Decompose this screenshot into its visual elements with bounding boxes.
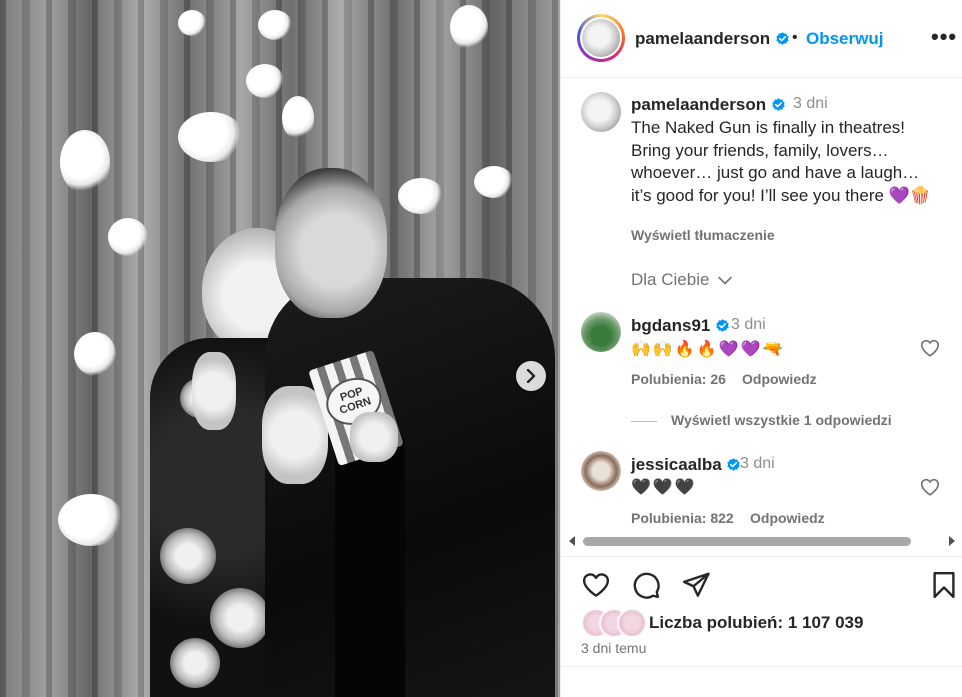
- comment-time[interactable]: 3 dni: [731, 316, 766, 334]
- post-photo[interactable]: POP CORN: [0, 0, 560, 697]
- popcorn-piece: [246, 64, 284, 98]
- chevron-right-icon: [526, 369, 536, 383]
- header-separator: •: [792, 29, 798, 46]
- view-replies-label: Wyświetl wszystkie 1 odpowiedzi: [671, 412, 892, 428]
- post-side-panel: pamelaanderson • Obserwuj ••• pamelaande…: [560, 0, 962, 697]
- comment-heart-icon[interactable]: [919, 337, 941, 359]
- liker-avatar: [617, 608, 647, 638]
- person-right-head: [275, 168, 387, 318]
- comment-reply-button[interactable]: Odpowiedz: [742, 371, 817, 387]
- dress-flower: [160, 528, 216, 584]
- post-date[interactable]: 3 dni temu: [581, 640, 646, 656]
- popcorn-piece: [258, 10, 292, 40]
- comment-text: 🖤🖤🖤: [631, 479, 697, 496]
- post-header: pamelaanderson • Obserwuj •••: [561, 0, 962, 78]
- hand: [192, 352, 236, 430]
- comment-username-text[interactable]: jessicaalba: [631, 455, 722, 474]
- popcorn-piece: [282, 96, 314, 140]
- caption-username-text[interactable]: pamelaanderson: [631, 95, 766, 114]
- bottom-divider: [561, 666, 962, 667]
- comment-sort-label: Dla Ciebie: [631, 270, 710, 289]
- author-username-text[interactable]: pamelaanderson: [635, 29, 770, 48]
- comment-username[interactable]: jessicaalba: [631, 455, 741, 475]
- verified-badge-icon: [776, 32, 789, 45]
- carousel-next-button[interactable]: [516, 361, 546, 391]
- verified-badge-icon: [772, 98, 785, 111]
- person-right-shirt: [335, 438, 405, 697]
- verified-badge-icon: [716, 319, 729, 332]
- translate-link[interactable]: Wyświetl tłumaczenie: [631, 227, 775, 243]
- comments-horizontal-scrollbar[interactable]: [565, 533, 959, 549]
- scrollbar-thumb[interactable]: [583, 537, 911, 546]
- comment-likes[interactable]: Polubienia: 26: [631, 371, 726, 387]
- follow-button[interactable]: Obserwuj: [806, 29, 883, 49]
- send-icon[interactable]: [681, 570, 711, 600]
- caption-avatar[interactable]: [581, 92, 621, 132]
- popcorn-piece: [74, 332, 116, 376]
- scroll-right-arrow-icon[interactable]: [947, 535, 957, 547]
- comment-sort-dropdown[interactable]: Dla Ciebie: [631, 270, 732, 290]
- dress-flower: [170, 638, 220, 688]
- comment-username-text[interactable]: bgdans91: [631, 316, 710, 335]
- caption-username[interactable]: pamelaanderson: [631, 95, 786, 115]
- popcorn-piece: [108, 218, 148, 256]
- popcorn-piece: [450, 5, 488, 49]
- heart-icon[interactable]: [581, 570, 611, 600]
- comment-heart-icon[interactable]: [919, 476, 941, 498]
- author-avatar[interactable]: [577, 14, 625, 62]
- comment-time[interactable]: 3 dni: [740, 455, 775, 473]
- comment-username[interactable]: bgdans91: [631, 316, 730, 336]
- more-options-icon[interactable]: •••: [931, 24, 957, 50]
- likes-count[interactable]: Liczba polubień: 1 107 039: [649, 613, 863, 633]
- comment-avatar[interactable]: [581, 451, 621, 491]
- actions-divider: [561, 556, 962, 557]
- dress-flower: [210, 588, 270, 648]
- popcorn-piece: [178, 10, 206, 36]
- comment-avatar[interactable]: [581, 312, 621, 352]
- comment-likes[interactable]: Polubienia: 822: [631, 510, 734, 526]
- bookmark-icon[interactable]: [929, 570, 959, 600]
- scroll-left-arrow-icon[interactable]: [567, 535, 577, 547]
- caption-time[interactable]: 3 dni: [793, 95, 828, 113]
- person-right-jacket: [265, 278, 555, 697]
- comment-reply-button[interactable]: Odpowiedz: [750, 510, 825, 526]
- caption-text: The Naked Gun is finally in theatres! Br…: [631, 118, 931, 205]
- author-avatar-image: [582, 19, 620, 57]
- popcorn-piece: [178, 112, 244, 162]
- popcorn-piece: [58, 494, 124, 546]
- hand: [350, 412, 398, 462]
- view-replies-button[interactable]: Wyświetl wszystkie 1 odpowiedzi: [631, 412, 892, 428]
- comment-icon[interactable]: [631, 570, 661, 600]
- likers-avatars[interactable]: [581, 608, 649, 638]
- popcorn-piece: [60, 130, 110, 194]
- chevron-down-icon: [718, 276, 732, 285]
- comment-text: 🙌🙌🔥🔥💜💜🔫: [631, 341, 785, 358]
- author-username[interactable]: pamelaanderson: [635, 29, 790, 49]
- divider-line: [631, 420, 657, 422]
